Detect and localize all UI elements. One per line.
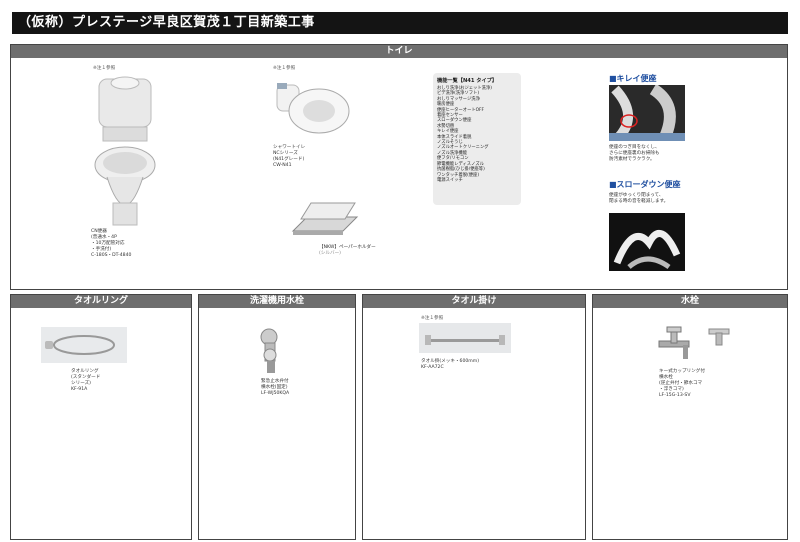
towel-ring-panel: タオルリング タオルリング (スタンダード シリーズ) KF-91A	[10, 294, 192, 540]
toilet-note: ※注１参照	[93, 66, 116, 71]
feature-list-title: 機能一覧【N41 タイプ】	[437, 78, 498, 84]
feature-item: 電源スイッチ	[437, 177, 463, 183]
slowdown-benza-heading: ■スローダウン便座	[609, 180, 681, 189]
paper-holder-caption: 【NKW】ペーパーホルダー (シルバー)	[319, 245, 376, 257]
faucet-image	[658, 326, 730, 359]
washer-faucet-caption: 緊急止水弁付 横水栓(固定) LF-WJ50KQA	[261, 379, 290, 396]
washlet-caption: シャワートイレ NCシリーズ (N41グレード) CW-N41	[273, 145, 306, 168]
towel-bar-header: タオル掛け	[363, 295, 585, 308]
washlet-note: ※注１参照	[273, 66, 296, 71]
towel-bar-panel: タオル掛け ※注１参照 タオル掛(メッキ・600mm) KF-AA72C	[362, 294, 586, 540]
slowdown-benza-image	[609, 213, 685, 271]
paper-holder-name: 【NKW】ペーパーホルダー	[319, 245, 376, 250]
towel-bar-image	[419, 323, 511, 353]
toilet-image	[94, 76, 156, 226]
feature-list-box: 機能一覧【N41 タイプ】 おしり洗浄(おジェット洗浄) ビデ洗浄(洗浄ソフト) お…	[433, 73, 521, 205]
towel-bar-caption: タオル掛(メッキ・600mm) KF-AA72C	[421, 359, 480, 370]
towel-ring-header: タオルリング	[11, 295, 191, 308]
toilet-caption: CN便器 (普通水・4P ・10万配管対応 ・手洗付) C-180S・DT-48…	[91, 229, 132, 258]
faucet-header: 水栓	[593, 295, 787, 308]
paper-holder-color: (シルバー)	[319, 251, 341, 256]
kirei-benza-image	[609, 85, 685, 141]
toilet-panel: トイレ ※注１参照 CN便器 (普通水・4P ・10万配管対応 ・手洗付) C-…	[10, 44, 788, 290]
towel-ring-image	[41, 327, 127, 363]
faucet-caption: キー式カップリング付 横水栓 (逆止弁付・節水コマ ・浮きコマ) LF-15G-…	[659, 369, 705, 398]
page-title: （仮称）プレステージ早良区賀茂１丁目新築工事	[12, 12, 788, 34]
towel-bar-note: ※注１参照	[421, 316, 444, 321]
washer-faucet-image	[260, 328, 278, 373]
kirei-benza-heading: ■キレイ便座	[609, 74, 657, 83]
feature-list: おしり洗浄(おジェット洗浄) ビデ洗浄(洗浄ソフト) おしりマッサージ洗浄 暖房便座便…	[437, 86, 517, 183]
towel-ring-caption: タオルリング (スタンダード シリーズ) KF-91A	[71, 369, 101, 392]
kirei-benza-text: 便座のつぎ目をなくし、 さらに便座裏のお掃除も 防汚素材でラクラク。	[609, 145, 660, 163]
faucet-panel: 水栓 キー式カップリング付 横水栓 (逆止弁付・節水コマ ・浮きコマ) LF-1…	[592, 294, 788, 540]
slowdown-benza-text: 便座がゆっくり閉まって、 閉まる時の音を軽減します。	[609, 193, 669, 205]
washer-faucet-header: 洗濯機用水栓	[199, 295, 355, 308]
paper-holder-image	[291, 202, 359, 235]
toilet-panel-header: トイレ	[11, 45, 787, 58]
washer-faucet-panel: 洗濯機用水栓 緊急止水弁付 横水栓(固定) LF-WJ50KQA	[198, 294, 356, 540]
washlet-image	[276, 83, 350, 134]
